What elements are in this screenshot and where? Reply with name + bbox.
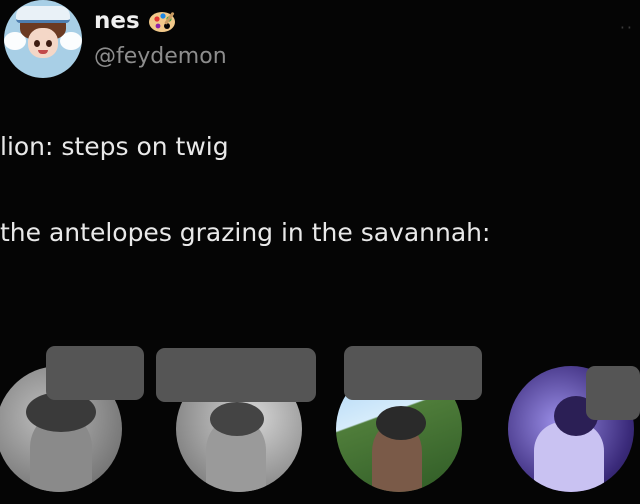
avatar-eye bbox=[46, 40, 52, 47]
tweet-text-line-2: the antelopes grazing in the savannah: bbox=[0, 218, 491, 247]
redaction-box bbox=[344, 346, 482, 400]
redaction-box bbox=[586, 366, 640, 420]
display-name[interactable]: nes bbox=[94, 8, 140, 34]
photo-2-head bbox=[210, 402, 264, 436]
artist-palette-icon bbox=[148, 9, 178, 33]
tweet-text-line-1: lion: steps on twig bbox=[0, 132, 229, 161]
redaction-box bbox=[46, 346, 144, 400]
avatar-cap bbox=[16, 6, 70, 23]
profile-avatar[interactable] bbox=[4, 0, 82, 78]
redaction-box bbox=[156, 348, 316, 402]
user-handle[interactable]: @feydemon bbox=[94, 44, 227, 69]
more-options-icon[interactable]: ·· bbox=[620, 18, 634, 37]
photo-3-head bbox=[376, 406, 426, 440]
avatar-eye bbox=[34, 40, 40, 47]
author-name-row: nes bbox=[94, 8, 178, 34]
